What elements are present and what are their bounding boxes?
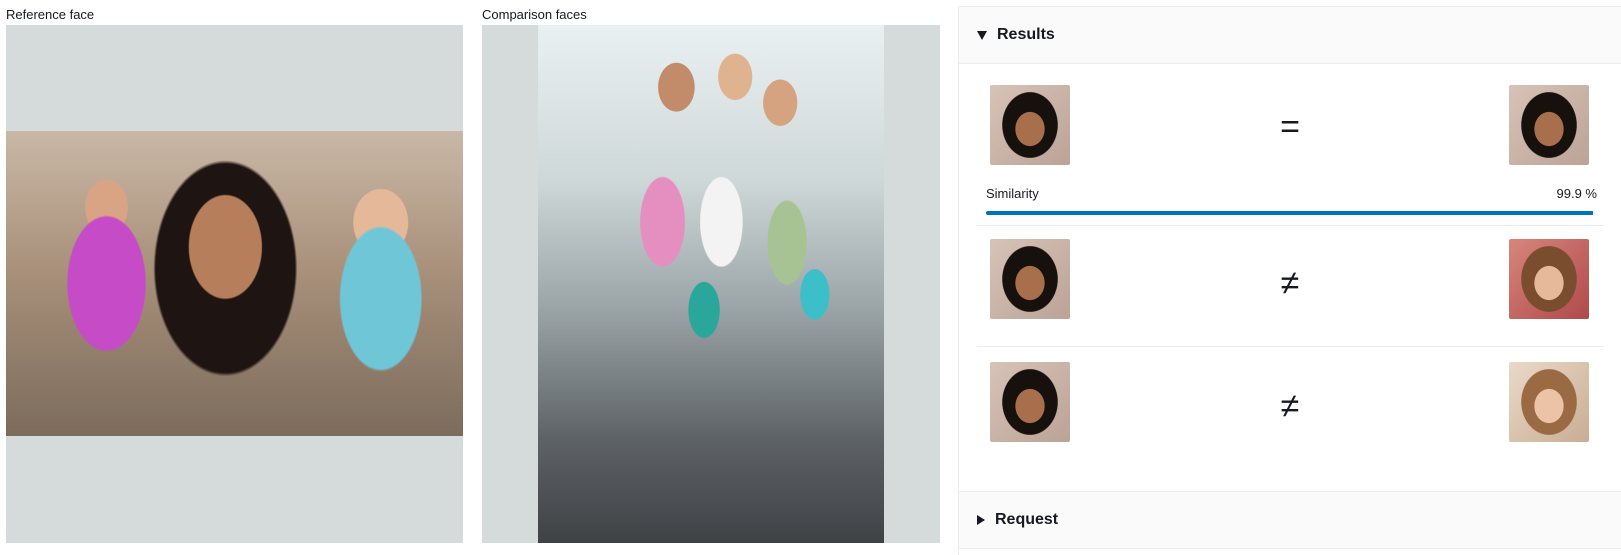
similarity-label: Similarity: [986, 186, 1039, 201]
divider: [977, 346, 1604, 347]
divider: [959, 63, 1621, 64]
similarity-value: 99.9 %: [1556, 186, 1597, 201]
not-equal-icon: ≠: [1280, 264, 1300, 302]
divider: [959, 548, 1621, 549]
reference-image-panel: [6, 25, 463, 543]
results-title: Results: [997, 26, 1055, 43]
results-section-header[interactable]: Results: [959, 7, 1621, 63]
comparison-faces-label: Comparison faces: [482, 7, 587, 22]
results-pane: Results = Similarity 99.9 % ≠ ≠ Request: [958, 6, 1621, 555]
comparison-face-thumbnail: [1509, 362, 1589, 442]
comparison-photo: [538, 25, 884, 543]
comparison-face-thumbnail: [1509, 239, 1589, 319]
comparison-image-panel: [482, 25, 940, 543]
caret-down-icon: [977, 30, 987, 40]
caret-right-icon: [977, 515, 985, 525]
request-section-header[interactable]: Request: [959, 492, 1621, 548]
matched-face-thumbnail: [1509, 85, 1589, 165]
similarity-bar: [986, 211, 1594, 215]
equals-icon: =: [1280, 108, 1300, 146]
reference-face-thumbnail: [990, 85, 1070, 165]
divider: [977, 225, 1604, 226]
similarity-bar-fill: [986, 211, 1594, 215]
reference-face-label: Reference face: [6, 7, 95, 22]
request-title: Request: [995, 511, 1059, 528]
reference-face-thumbnail: [990, 362, 1070, 442]
reference-photo: [6, 131, 463, 436]
not-equal-icon: ≠: [1280, 387, 1300, 425]
reference-face-thumbnail: [990, 239, 1070, 319]
